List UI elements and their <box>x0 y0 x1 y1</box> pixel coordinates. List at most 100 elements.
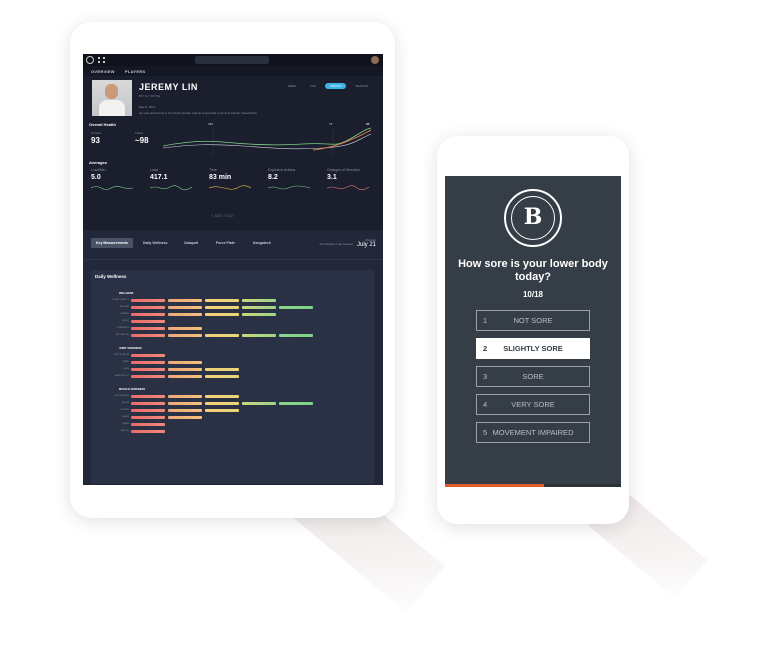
wellness-bar-segment <box>131 375 165 378</box>
wellness-bar-segment <box>131 354 165 357</box>
overall-health: Overall Health Current 93 Trend ~98 365 … <box>83 122 383 160</box>
wellness-row-label: QUADS <box>121 415 129 418</box>
wellness-bar-segment <box>168 409 202 412</box>
option-slightly-sore[interactable]: 2 SLIGHTLY SORE <box>476 338 590 359</box>
player-name: JEREMY LIN <box>139 82 198 92</box>
wellness-bar-segment <box>131 320 165 323</box>
wellness-row-label: SHIN <box>123 367 129 370</box>
wellness-bar-segment <box>131 423 165 426</box>
player-photo <box>92 80 132 116</box>
wellness-row-label: ANKLE/FOOT <box>115 374 129 377</box>
tab-daily-wellness[interactable]: Daily Wellness <box>143 241 167 245</box>
wellness-bar-segment <box>131 402 165 405</box>
wellness-bar-segment <box>131 299 165 302</box>
question-counter: 10/18 <box>522 290 544 299</box>
wellness-group-heading: MUSCLE SORENESS <box>119 388 146 391</box>
wellness-bar-segment <box>168 402 202 405</box>
option-movement-impaired[interactable]: 5 MOVEMENT IMPAIRED <box>476 422 590 443</box>
current-value: 93 <box>91 136 100 145</box>
wellness-bar-segment <box>242 334 276 337</box>
player-profile: JEREMY LIN 6'3" G 7 207 lbs May 9, 2017 … <box>83 76 383 122</box>
tab-catapult[interactable]: Catapult <box>184 241 198 245</box>
tab-season[interactable]: SEASON <box>350 83 373 89</box>
wellness-bar-segment <box>168 375 202 378</box>
tab-day[interactable]: DAY <box>306 83 322 89</box>
wellness-row-label: HAMS <box>122 422 129 425</box>
tablet-screen: OVERVIEW PLAYERS JEREMY LIN 6'3" G 7 207… <box>83 54 383 485</box>
wellness-bar-segment <box>131 416 165 419</box>
top-bar <box>83 54 383 66</box>
apps-grid-icon[interactable] <box>98 57 105 63</box>
date-selector[interactable]: Monday July 21 <box>357 238 376 248</box>
tab-month[interactable]: MONTH <box>325 83 347 89</box>
wellness-row-label: HIPS & GROIN <box>114 353 129 356</box>
avg-time: Time 83 min <box>209 168 264 191</box>
wellness-bar-segment <box>205 334 239 337</box>
wellness-bar-segment <box>168 327 202 330</box>
wellness-bar-segment <box>168 368 202 371</box>
wellness-row-label: SORENESS <box>116 326 129 329</box>
wellness-bar-segment <box>205 395 239 398</box>
option-sore[interactable]: 3 SORE <box>476 366 590 387</box>
tab-kangatech[interactable]: Kangatech <box>253 241 271 245</box>
current-label: Current <box>91 131 102 135</box>
wellness-bar-segment <box>131 313 165 316</box>
wellness-bar-segment <box>131 368 165 371</box>
phone-screen: B How sore is your lower body today? 10/… <box>445 176 621 487</box>
wellness-row-label: GLUTES <box>120 408 129 411</box>
tab-force-plate[interactable]: Force Plate <box>216 241 235 245</box>
wellness-row-label: MOOD <box>122 319 129 322</box>
tab-key-measurements[interactable]: Key Measurements <box>91 238 133 248</box>
survey-progress-bar <box>445 484 621 487</box>
nav-overview[interactable]: OVERVIEW <box>91 69 115 74</box>
wellness-bar-segment <box>242 313 276 316</box>
wellness-bar-segment <box>168 334 202 337</box>
wellness-row-label: STRESS <box>120 312 129 315</box>
wellness-bar-segment <box>205 306 239 309</box>
wellness-group-heading: JOINT SORENESS <box>119 347 142 350</box>
avg-load-min: Load/Min 5.0 <box>91 168 146 191</box>
wellness-bar-segment <box>131 430 165 433</box>
wellness-bar-segment <box>131 395 165 398</box>
user-avatar[interactable] <box>371 56 379 64</box>
add-stat-button[interactable]: + ADD STAT <box>211 214 235 218</box>
wellness-bar-segment <box>168 313 202 316</box>
wellness-bar-segment <box>168 299 202 302</box>
player-meta: 6'3" G 7 207 lbs <box>139 94 161 98</box>
wellness-bar-segment <box>205 409 239 412</box>
averages-section: Averages Load/Min 5.0 Load 417.1 Time 83… <box>83 160 383 228</box>
tablet-device: OVERVIEW PLAYERS JEREMY LIN 6'3" G 7 207… <box>70 22 395 518</box>
averages-title: Averages <box>89 160 107 165</box>
wellness-bar-segment <box>131 327 165 330</box>
avg-explosive: Explosive Actions 8.2 <box>268 168 323 191</box>
wellness-bar-segment <box>131 361 165 364</box>
survey-question: How sore is your lower body today? <box>458 258 608 283</box>
wellness-group-heading: WELLNESS <box>119 292 134 295</box>
wellness-bar-segment <box>131 334 165 337</box>
wellness-row-label: HIP FLEXORS <box>114 394 129 397</box>
option-not-sore[interactable]: 1 NOT SORE <box>476 310 590 331</box>
nav-players[interactable]: PLAYERS <box>125 69 146 74</box>
health-trend-chart <box>163 127 372 156</box>
wellness-row-label: MOTIVATION <box>115 333 129 336</box>
search-input[interactable] <box>195 56 269 64</box>
trend-value: ~98 <box>135 136 149 145</box>
wellness-bar-segment <box>279 306 313 309</box>
chart-legend: Pre-Season Last Season <box>319 242 353 246</box>
tab-week[interactable]: WEEK <box>283 83 302 89</box>
wellness-bar-segment <box>168 306 202 309</box>
wellness-bar-segment <box>242 306 276 309</box>
wellness-bar-segment <box>131 306 165 309</box>
daily-wellness-card: Daily Wellness WELLNESS SLEEP QUALITY FATI… <box>91 270 374 484</box>
wellness-bar-segment <box>279 402 313 405</box>
wellness-row-label: KNEE <box>123 360 129 363</box>
team-logo-icon[interactable] <box>86 56 94 64</box>
phone-device: B How sore is your lower body today? 10/… <box>437 136 629 524</box>
wellness-row-label: CALVES <box>120 429 129 432</box>
wellness-bar-segment <box>279 334 313 337</box>
wellness-bar-segment <box>205 368 239 371</box>
daily-wellness-title: Daily Wellness <box>95 274 127 279</box>
avg-load: Load 417.1 <box>150 168 205 191</box>
option-very-sore[interactable]: 4 VERY SORE <box>476 394 590 415</box>
wellness-bar-segment <box>205 313 239 316</box>
